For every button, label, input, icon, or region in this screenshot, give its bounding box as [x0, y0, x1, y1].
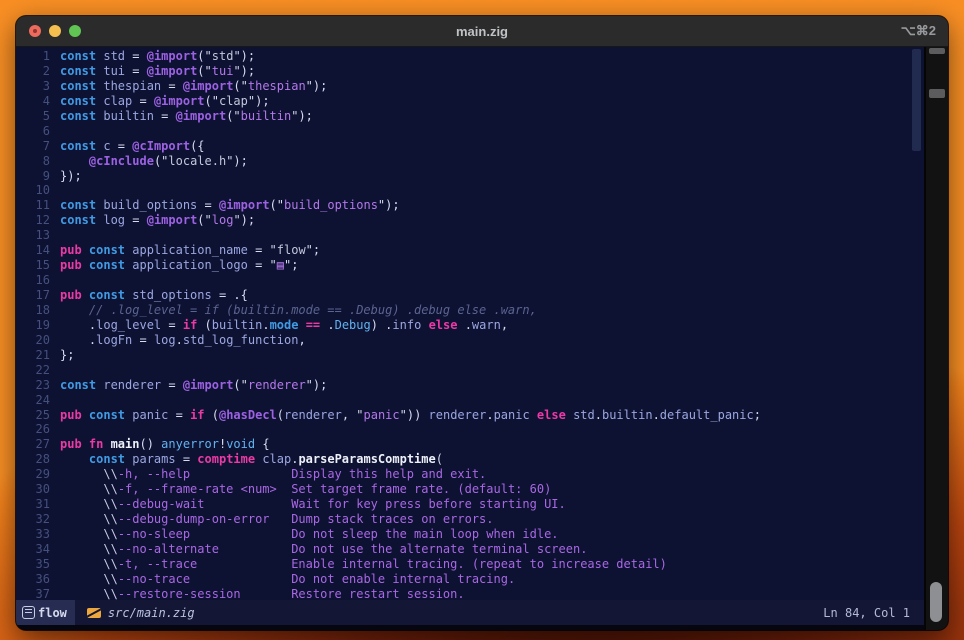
line-number: 28: [16, 452, 50, 467]
code-line: 23const renderer = @import("renderer");: [16, 378, 924, 393]
window-shortcut-badge: ⌥⌘2: [901, 23, 936, 39]
code-line: 30 \\-f, --frame-rate <num> Set target f…: [16, 482, 924, 497]
line-number: 15: [16, 258, 50, 273]
line-number: 19: [16, 318, 50, 333]
close-button[interactable]: [29, 25, 41, 37]
line-number: 7: [16, 139, 50, 154]
code-line: 8 @cInclude("locale.h");: [16, 154, 924, 169]
code-line: 4const clap = @import("clap");: [16, 94, 924, 109]
file-modified-icon: [87, 608, 101, 618]
line-number: 24: [16, 393, 50, 408]
line-number: 23: [16, 378, 50, 393]
code-line: 16: [16, 273, 924, 288]
code-line: 11const build_options = @import("build_o…: [16, 198, 924, 213]
terminal-scrollbar-track[interactable]: [924, 47, 948, 630]
desktop-background: main.zig ⌥⌘2 1const std = @import("std")…: [0, 0, 964, 640]
line-number: 34: [16, 542, 50, 557]
line-number: 2: [16, 64, 50, 79]
zoom-button[interactable]: [69, 25, 81, 37]
code-line: 22: [16, 363, 924, 378]
terminal-scrollbar-thumb[interactable]: [930, 582, 942, 622]
code-line: 32 \\--debug-dump-on-error Dump stack tr…: [16, 512, 924, 527]
terminal-window: main.zig ⌥⌘2 1const std = @import("std")…: [16, 16, 948, 630]
line-number: 16: [16, 273, 50, 288]
line-number: 11: [16, 198, 50, 213]
line-number: 25: [16, 408, 50, 423]
code-line: 17pub const std_options = .{: [16, 288, 924, 303]
window-titlebar[interactable]: main.zig ⌥⌘2: [16, 16, 948, 47]
code-line: 15pub const application_logo = "▤";: [16, 258, 924, 273]
line-number: 1: [16, 49, 50, 64]
code-line: 3const thespian = @import("thespian");: [16, 79, 924, 94]
code-line: 12const log = @import("log");: [16, 213, 924, 228]
code-line: 35 \\-t, --trace Enable internal tracing…: [16, 557, 924, 572]
line-number: 29: [16, 467, 50, 482]
code-line: 29 \\-h, --help Display this help and ex…: [16, 467, 924, 482]
line-number: 14: [16, 243, 50, 258]
window-bottom-edge: [16, 625, 924, 630]
line-number: 30: [16, 482, 50, 497]
line-number: 12: [16, 213, 50, 228]
line-number: 26: [16, 422, 50, 437]
code-line: 14pub const application_name = "flow";: [16, 243, 924, 258]
code-line: 21};: [16, 348, 924, 363]
code-line: 33 \\--no-sleep Do not sleep the main lo…: [16, 527, 924, 542]
code-line: 37 \\--restore-session Restore restart s…: [16, 587, 924, 600]
code-line: 19 .log_level = if (builtin.mode == .Deb…: [16, 318, 924, 333]
code-line: 9});: [16, 169, 924, 184]
line-number: 13: [16, 228, 50, 243]
line-number: 8: [16, 154, 50, 169]
line-number: 17: [16, 288, 50, 303]
code-lines: 1const std = @import("std");2const tui =…: [16, 49, 924, 600]
minimize-button[interactable]: [49, 25, 61, 37]
code-line: 7const c = @cImport({: [16, 139, 924, 154]
line-number: 31: [16, 497, 50, 512]
file-path-label: src/main.zig: [108, 606, 195, 620]
terminal-scrollbar-mark: [929, 89, 945, 98]
code-line: 1const std = @import("std");: [16, 49, 924, 64]
code-editor[interactable]: 1const std = @import("std");2const tui =…: [16, 47, 924, 600]
line-number: 22: [16, 363, 50, 378]
line-number: 10: [16, 183, 50, 198]
line-number: 35: [16, 557, 50, 572]
cursor-position-label: Ln 84, Col 1: [823, 606, 910, 620]
code-line: 10: [16, 183, 924, 198]
line-number: 27: [16, 437, 50, 452]
line-number: 36: [16, 572, 50, 587]
app-name-label: flow: [38, 606, 67, 620]
line-number: 3: [16, 79, 50, 94]
flow-logo-icon: [22, 606, 35, 619]
code-line: 13: [16, 228, 924, 243]
code-line: 36 \\--no-trace Do not enable internal t…: [16, 572, 924, 587]
line-number: 4: [16, 94, 50, 109]
line-number: 5: [16, 109, 50, 124]
code-line: 26: [16, 422, 924, 437]
line-number: 18: [16, 303, 50, 318]
terminal-scrollbar-mark-top: [929, 48, 945, 54]
line-number: 9: [16, 169, 50, 184]
code-line: 18 // .log_level = if (builtin.mode == .…: [16, 303, 924, 318]
editor-scrollbar-thumb[interactable]: [912, 49, 921, 151]
status-bar: flow src/main.zig Ln 84, Col 1: [16, 600, 924, 625]
traffic-lights: [29, 25, 81, 37]
code-line: 25pub const panic = if (@hasDecl(rendere…: [16, 408, 924, 423]
line-number: 33: [16, 527, 50, 542]
code-line: 5const builtin = @import("builtin");: [16, 109, 924, 124]
code-line: 6: [16, 124, 924, 139]
line-number: 20: [16, 333, 50, 348]
line-number: 6: [16, 124, 50, 139]
line-number: 21: [16, 348, 50, 363]
code-line: 20 .logFn = log.std_log_function,: [16, 333, 924, 348]
code-line: 34 \\--no-alternate Do not use the alter…: [16, 542, 924, 557]
code-line: 24: [16, 393, 924, 408]
line-number: 32: [16, 512, 50, 527]
app-menu-button[interactable]: flow: [16, 600, 75, 625]
code-line: 28 const params = comptime clap.parsePar…: [16, 452, 924, 467]
line-number: 37: [16, 587, 50, 600]
window-title: main.zig: [16, 24, 948, 39]
code-line: 2const tui = @import("tui");: [16, 64, 924, 79]
code-line: 31 \\--debug-wait Wait for key press bef…: [16, 497, 924, 512]
code-line: 27pub fn main() anyerror!void {: [16, 437, 924, 452]
